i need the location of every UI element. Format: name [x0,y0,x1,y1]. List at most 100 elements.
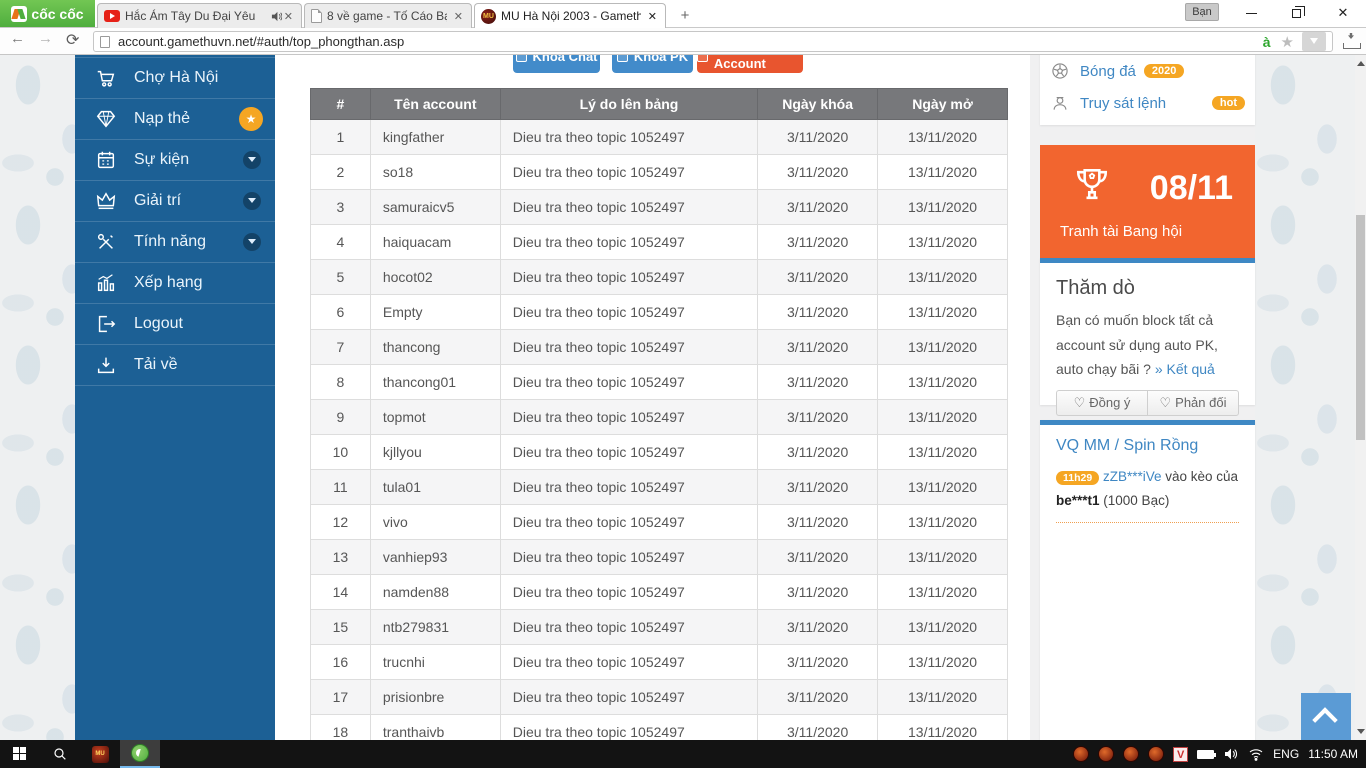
scroll-up-arrow-icon[interactable] [1357,61,1365,66]
quick-link-label[interactable]: Truy sát lệnh [1080,95,1166,112]
sidebar-item-nap-the[interactable]: Nạp thẻ ★ [75,98,275,139]
browser-titlebar: cốc cốc Hắc Ám Tây Du Đại Yêu ✕ 8 về gam… [0,0,1366,28]
spin-user-link[interactable]: zZB***iVe [1103,469,1162,484]
sidebar-item-tai-ve[interactable]: Tải về [75,344,275,385]
speaker-icon[interactable] [1223,746,1239,762]
tournament-banner[interactable]: 08/11 Tranh tài Bang hội [1040,145,1255,258]
unikey-icon[interactable]: V [1173,747,1188,762]
url-field[interactable]: account.gamethuvn.net/#auth/top_phongtha… [93,31,1333,52]
block-account-button[interactable]: Block Account [697,55,803,73]
clock[interactable]: 11:50 AM [1308,747,1358,761]
new-tab-button[interactable]: + [672,5,698,26]
mu-tray-icon[interactable] [1098,746,1114,762]
url-text[interactable]: account.gamethuvn.net/#auth/top_phongtha… [118,34,1263,49]
khoa-pk-button[interactable]: Khóa PK [612,55,693,73]
table-cell: ntb279831 [370,610,500,645]
table-cell: tula01 [370,470,500,505]
tab-close-icon[interactable]: ✕ [452,10,465,23]
search-button[interactable] [40,740,80,768]
table-cell: 13/11/2020 [878,680,1008,715]
spin-amount: (1000 Bạc) [1100,493,1170,508]
sidebar-item-logout[interactable]: Logout [75,303,275,344]
sidebar-item-cho-ha-noi[interactable]: Chợ Hà Nội [75,57,275,98]
table-row: 11tula01Dieu tra theo topic 10524973/11/… [311,470,1008,505]
left-pattern-background [0,55,75,740]
coccoc-logo[interactable]: cốc cốc [0,0,95,27]
coccoc-taskbar-button[interactable] [120,740,160,768]
tab-mu-hanoi-active[interactable]: MU MU Hà Nội 2003 - Gameth ✕ [474,3,666,28]
khoa-chat-button[interactable]: Khóa Chat [513,55,600,73]
table-cell: 3/11/2020 [758,330,878,365]
heart-icon: ♡ [1074,395,1086,411]
minimize-icon [1246,13,1257,14]
table-cell: prisionbre [370,680,500,715]
reload-icon[interactable]: ⟳ [66,30,79,50]
mu-tray-icon[interactable] [1148,746,1164,762]
download-dropdown-icon[interactable] [1302,32,1326,51]
table-cell: Dieu tra theo topic 1052497 [500,470,757,505]
table-cell: 13/11/2020 [878,330,1008,365]
scrollbar-thumb[interactable] [1356,215,1365,440]
quick-link-label[interactable]: Bóng đá [1080,63,1136,80]
table-cell: 13/11/2020 [878,470,1008,505]
quick-link-bong-da[interactable]: Bóng đá 2020 [1040,55,1255,87]
table-cell: thancong01 [370,365,500,400]
mu-game-button[interactable]: MU [80,740,120,768]
start-button[interactable] [0,740,40,768]
battery-icon[interactable] [1197,750,1214,759]
downloads-icon[interactable] [1343,33,1361,49]
quick-link-truy-sat-lenh[interactable]: Truy sát lệnh hot [1040,87,1255,119]
sidebar-item-su-kien[interactable]: Sự kiện [75,139,275,180]
tab-audio-icon[interactable] [271,11,282,22]
profile-button[interactable]: Bạn [1185,3,1219,21]
vietnamese-input-icon[interactable]: à [1263,34,1271,50]
forward-icon[interactable]: → [38,30,53,47]
table-cell: haiquacam [370,225,500,260]
sidebar-item-giai-tri[interactable]: Giải trí [75,180,275,221]
close-button[interactable]: ✕ [1328,0,1358,26]
page-scrollbar[interactable] [1355,55,1366,740]
sidebar-item-xep-hang[interactable]: Xếp hạng [75,262,275,303]
bookmark-star-icon[interactable]: ★ [1281,33,1294,51]
table-cell: 9 [311,400,371,435]
spin-title[interactable]: VQ MM / Spin Rồng [1056,437,1239,455]
mu-game-icon: MU [92,746,109,763]
chevron-down-icon[interactable] [243,151,261,169]
back-to-top-button[interactable] [1301,693,1351,740]
mu-tray-icon[interactable] [1123,746,1139,762]
table-cell: 3/11/2020 [758,260,878,295]
table-cell: 15 [311,610,371,645]
table-cell: trucnhi [370,645,500,680]
language-indicator[interactable]: ENG [1273,747,1299,761]
poll-result-link[interactable]: » Kết quả [1155,361,1215,377]
table-cell: vanhiep93 [370,540,500,575]
tab-close-icon[interactable]: ✕ [646,10,659,23]
soccer-ball-icon [1050,61,1070,81]
scroll-down-arrow-icon[interactable] [1357,729,1365,734]
tab-game-report[interactable]: 8 về game - Tố Cáo Bạn Th ✕ [304,3,472,28]
maximize-button[interactable] [1281,0,1311,26]
table-cell: Dieu tra theo topic 1052497 [500,715,757,741]
table-cell: 3/11/2020 [758,365,878,400]
table-row: 2so18Dieu tra theo topic 10524973/11/202… [311,155,1008,190]
tab-close-icon[interactable]: ✕ [282,10,295,23]
tools-icon [95,231,117,253]
wifi-icon[interactable] [1248,746,1264,762]
agree-button[interactable]: ♡Đồng ý [1056,390,1147,416]
minimize-button[interactable] [1236,0,1266,26]
back-icon[interactable]: ← [10,30,25,47]
table-cell: Dieu tra theo topic 1052497 [500,155,757,190]
table-cell: Dieu tra theo topic 1052497 [500,400,757,435]
table-cell: 12 [311,505,371,540]
mu-tray-icon[interactable] [1073,746,1089,762]
table-row: 1kingfatherDieu tra theo topic 10524973/… [311,120,1008,155]
tab-youtube[interactable]: Hắc Ám Tây Du Đại Yêu ✕ [97,3,302,28]
chevron-down-icon[interactable] [243,233,261,251]
sidebar-item-tinh-nang[interactable]: Tính năng [75,221,275,262]
gem-icon [95,108,117,130]
chevron-down-icon[interactable] [243,192,261,210]
disagree-button[interactable]: ♡Phản đối [1147,390,1239,416]
button-label: Khóa PK [634,55,688,64]
table-row: 15ntb279831Dieu tra theo topic 10524973/… [311,610,1008,645]
taskbar: MU V ENG 11:50 AM [0,740,1366,768]
